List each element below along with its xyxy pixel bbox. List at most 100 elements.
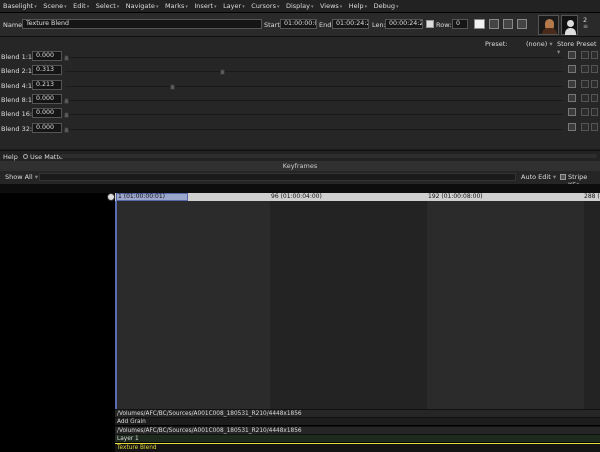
blend-value-field[interactable]: 0.000 xyxy=(32,51,62,61)
menu-baselight[interactable]: Baselight▾ xyxy=(3,2,37,10)
keyframe-nav-icon[interactable] xyxy=(581,108,589,117)
slider-knob[interactable] xyxy=(170,83,176,90)
row-field[interactable]: 0 xyxy=(452,19,468,29)
reset-icon[interactable] xyxy=(591,93,598,102)
auto-edit-select[interactable]: Auto Edit ▾ xyxy=(521,173,556,181)
menu-label: Navigate xyxy=(125,2,155,10)
blend-value-field[interactable]: 0.000 xyxy=(32,122,62,133)
blend-value-field[interactable]: 0.000 xyxy=(32,108,62,119)
slider-knob[interactable] xyxy=(64,112,69,119)
blend-slider[interactable] xyxy=(65,83,563,90)
keyframe-nav-icon[interactable] xyxy=(581,122,589,131)
menu-label: Marks xyxy=(164,2,185,10)
blend-row: Blend 8:1: 0.000 xyxy=(0,93,600,107)
show-all-label: Show All xyxy=(5,173,33,181)
blend-value-field[interactable]: 0.000 xyxy=(32,93,62,104)
length-field[interactable]: 00:00:24:20 xyxy=(385,19,423,29)
menu-help[interactable]: Help▾ xyxy=(349,2,367,10)
keyframe-nav-icon[interactable] xyxy=(581,93,589,102)
end-field[interactable]: 01:00:24:21 xyxy=(332,19,369,29)
menu-label: Insert xyxy=(194,2,214,10)
help-button[interactable]: Help xyxy=(3,153,18,161)
menu-insert[interactable]: Insert▾ xyxy=(194,2,216,10)
blend-slider[interactable] xyxy=(64,97,563,104)
chevron-down-icon: ▾ xyxy=(86,4,90,10)
start-field[interactable]: 01:00:00:01 xyxy=(280,19,317,29)
menu-layer[interactable]: Layer▾ xyxy=(223,2,245,10)
keyframe-icon[interactable] xyxy=(568,108,576,117)
menu-scene[interactable]: Scene▾ xyxy=(43,2,66,10)
blend-row: Blend 4:1: 0.213 xyxy=(0,79,600,93)
viewer-thumbnail[interactable] xyxy=(538,15,559,35)
blend-slider[interactable] xyxy=(65,69,563,76)
keyframe-icon[interactable] xyxy=(568,51,576,59)
timeline-segment xyxy=(427,201,584,409)
menu-debug[interactable]: Debug▾ xyxy=(374,2,399,10)
keyframe-icon[interactable] xyxy=(568,122,576,131)
slider-knob[interactable] xyxy=(219,69,225,76)
menu-views[interactable]: Views▾ xyxy=(320,2,342,10)
timeline: 1 (01:00:00:01) 96 (01:00:04:00) 192 (01… xyxy=(0,184,600,452)
preset-select[interactable]: (none) ▾ xyxy=(526,40,553,48)
user-avatar[interactable] xyxy=(561,15,578,35)
blend-slider[interactable] xyxy=(64,126,563,133)
keyframe-icon[interactable] xyxy=(568,93,576,102)
track-source[interactable]: /Volumes/AFC/BC/Sources/A001C008_180531_… xyxy=(115,409,600,417)
blend-value-field[interactable]: 0.313 xyxy=(32,65,62,76)
timecode-tick: 192 (01:00:08:00) xyxy=(428,193,483,200)
row-lock-icon[interactable] xyxy=(426,20,434,28)
track-texture-blend[interactable]: Texture Blend xyxy=(115,443,600,452)
layer-view-icon[interactable] xyxy=(489,19,499,29)
menu-cursors[interactable]: Cursors▾ xyxy=(251,2,279,10)
layer-grid-icon[interactable] xyxy=(517,19,527,29)
blend-slider[interactable] xyxy=(64,112,563,119)
keyframe-icon[interactable] xyxy=(568,79,576,88)
show-all-select[interactable]: Show All ▾ xyxy=(5,173,38,181)
menu-edit[interactable]: Edit▾ xyxy=(73,2,89,10)
track-source-2[interactable]: /Volumes/AFC/BC/Sources/A001C008_180531_… xyxy=(115,426,600,434)
keyframes-title: Keyframes xyxy=(282,162,318,170)
menu-display[interactable]: Display▾ xyxy=(286,2,313,10)
reset-icon[interactable] xyxy=(591,51,598,59)
menu-lines-icon[interactable]: ≡ xyxy=(583,23,588,30)
slider-knob[interactable] xyxy=(64,97,69,104)
menu-marks[interactable]: Marks▾ xyxy=(165,2,188,10)
menu-select[interactable]: Select▾ xyxy=(96,2,120,10)
keyframes-header: Keyframes xyxy=(0,161,600,171)
blend-value-field[interactable]: 0.213 xyxy=(32,79,62,90)
keyframe-nav-icon[interactable] xyxy=(581,79,589,88)
keyframe-filter-bar[interactable] xyxy=(39,173,516,181)
timeline-segment xyxy=(270,201,427,409)
reset-icon[interactable] xyxy=(591,122,598,131)
stripe-checkbox[interactable] xyxy=(560,174,566,180)
name-field[interactable]: Texture Blend xyxy=(22,19,262,29)
menu-label: Display xyxy=(285,2,310,10)
slider-knob[interactable] xyxy=(64,126,69,133)
chevron-down-icon: ▾ xyxy=(34,173,39,181)
reset-icon[interactable] xyxy=(591,108,598,117)
menu-navigate[interactable]: Navigate▾ xyxy=(126,2,159,10)
reset-icon[interactable] xyxy=(591,79,598,88)
use-matte-label: Use Matte xyxy=(30,153,63,161)
layer-toolbar: Name: Texture Blend Start: 01:00:00:01 E… xyxy=(0,13,600,37)
keyframe-nav-icon[interactable] xyxy=(581,65,589,74)
blend-panel: Preset: (none) ▾ Store Preset ▾ Blend 1:… xyxy=(0,37,600,149)
slider-knob[interactable] xyxy=(64,55,69,61)
keyframe-icon[interactable] xyxy=(568,65,576,74)
track-layer[interactable]: Layer 1 xyxy=(115,434,600,442)
menu-label: Cursors xyxy=(251,2,276,10)
chevron-down-icon: ▾ xyxy=(364,4,368,10)
keyframe-nav-icon[interactable] xyxy=(581,51,589,59)
help-bar: Help Use Matte xyxy=(0,150,600,161)
white-swatch-button[interactable] xyxy=(474,19,485,29)
layer-stack-icon[interactable] xyxy=(503,19,513,29)
blend-slider[interactable] xyxy=(64,55,563,61)
preset-value: (none) xyxy=(526,40,548,48)
help-divider xyxy=(60,154,597,158)
reset-icon[interactable] xyxy=(591,65,598,74)
track-add-grain[interactable]: Add Grain xyxy=(115,417,600,425)
person-icon xyxy=(567,20,574,27)
menu-label: Views xyxy=(319,2,339,10)
radio-icon[interactable] xyxy=(23,154,28,159)
playhead-icon[interactable] xyxy=(107,193,115,201)
